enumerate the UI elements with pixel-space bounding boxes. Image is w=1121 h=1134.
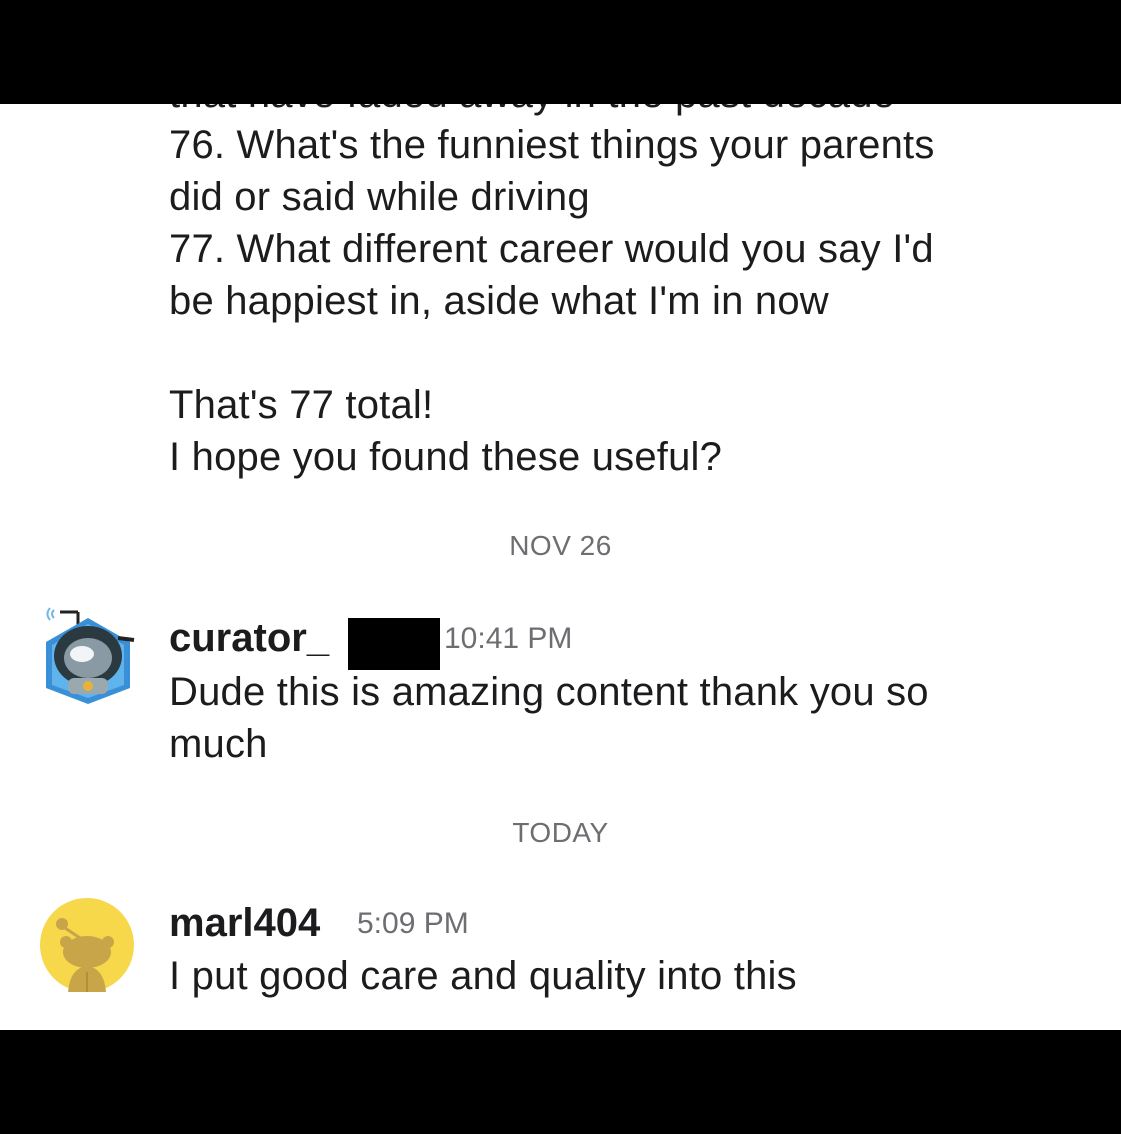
message-line: 77. What different career would you say … xyxy=(169,227,934,271)
message-line: much xyxy=(169,722,268,766)
chat-view[interactable]: that have faded away in the past decade … xyxy=(0,104,1121,1030)
robot-astronaut-avatar-icon[interactable] xyxy=(40,596,136,704)
message-line: That's 77 total! xyxy=(169,383,434,427)
message-timestamp: 5:09 PM xyxy=(357,907,469,940)
username[interactable]: curator_ xyxy=(169,616,329,661)
username[interactable]: marl404 xyxy=(169,901,320,946)
screen: that have faded away in the past decade … xyxy=(0,0,1121,1134)
redaction-box xyxy=(348,618,440,670)
date-separator: NOV 26 xyxy=(509,530,612,561)
message-line: I hope you found these useful? xyxy=(169,435,723,479)
message-line: I put good care and quality into this xyxy=(169,954,797,998)
message-line-cutoff: that have faded away in the past decade xyxy=(169,104,895,120)
message-line: 76. What's the funniest things your pare… xyxy=(169,123,935,167)
date-separator: TODAY xyxy=(512,817,609,848)
message-line: did or said while driving xyxy=(169,175,590,219)
message-line: be happiest in, aside what I'm in now xyxy=(169,279,829,323)
snoo-avatar-icon[interactable] xyxy=(40,898,134,992)
message-line: Dude this is amazing content thank you s… xyxy=(169,670,929,714)
message-timestamp: 10:41 PM xyxy=(444,622,573,655)
